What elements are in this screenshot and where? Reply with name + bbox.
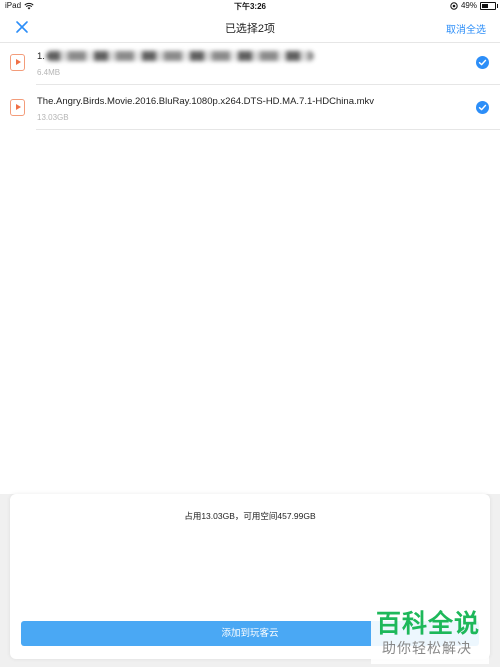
watermark: 百科全说 助你轻松解决 bbox=[371, 604, 489, 664]
orientation-lock-icon bbox=[450, 1, 458, 10]
page-title: 已选择2项 bbox=[224, 23, 276, 35]
status-bar: iPad 下午3:26 49% bbox=[0, 0, 500, 12]
row-divider bbox=[36, 84, 500, 85]
battery-icon bbox=[480, 1, 498, 10]
selected-checkmark[interactable] bbox=[476, 101, 489, 114]
storage-info: 占用13.03GB，可用空间457.99GB bbox=[184, 511, 316, 521]
blurred-text bbox=[45, 51, 314, 62]
file-row[interactable]: The.Angry.Birds.Movie.2016.BluRay.1080p.… bbox=[0, 87, 500, 130]
battery-fill bbox=[482, 3, 488, 8]
file-size: 13.03GB bbox=[37, 113, 69, 122]
selected-checkmark[interactable] bbox=[476, 56, 489, 69]
battery-percent: 49% bbox=[460, 1, 477, 10]
checkmark-icon bbox=[478, 104, 487, 111]
file-name: 1. bbox=[37, 51, 314, 62]
row-divider bbox=[36, 129, 500, 130]
video-play-icon bbox=[10, 99, 25, 116]
status-time: 下午3:26 bbox=[233, 2, 266, 11]
nav-bar: 已选择2项 取消全选 bbox=[0, 12, 500, 43]
file-size: 6.4MB bbox=[37, 68, 61, 77]
deselect-all-button[interactable]: 取消全选 bbox=[446, 21, 486, 36]
checkmark-icon bbox=[478, 59, 487, 66]
file-name: The.Angry.Birds.Movie.2016.BluRay.1080p.… bbox=[37, 96, 375, 107]
watermark-title: 百科全说 bbox=[376, 609, 481, 638]
file-row[interactable]: 1. 6.4MB bbox=[0, 42, 500, 85]
obscured-file-name: 1. bbox=[37, 51, 314, 62]
watermark-subtitle: 助你轻松解决 bbox=[382, 641, 472, 657]
video-play-icon bbox=[10, 54, 25, 71]
status-right: 49% bbox=[450, 1, 498, 10]
